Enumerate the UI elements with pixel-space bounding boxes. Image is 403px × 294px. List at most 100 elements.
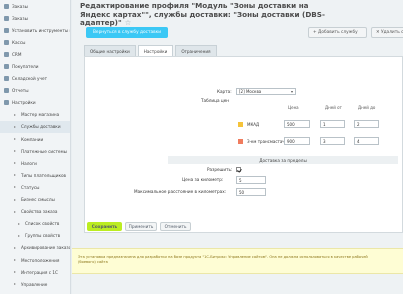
- sidebar-item[interactable]: Местоположения: [0, 254, 70, 266]
- allow-checkbox[interactable]: [236, 167, 241, 172]
- sidebar-item[interactable]: Кассы: [0, 36, 70, 48]
- per-km-label: Цена за километр:: [182, 177, 224, 182]
- chevron-right-icon: [18, 234, 20, 237]
- chevron-right-icon: [14, 259, 16, 262]
- sidebar-item[interactable]: Интеграция с 1С: [0, 266, 70, 278]
- chevron-right-icon: [14, 113, 16, 116]
- col-days-to-header: Дней до: [358, 105, 376, 110]
- sidebar-item[interactable]: Свойства заказа: [0, 206, 70, 218]
- chevron-right-icon: [14, 271, 16, 274]
- max-distance-input[interactable]: 50: [236, 188, 266, 196]
- sidebar-item-label: Мастер магазина: [21, 112, 60, 118]
- menu-section-icon: [4, 76, 9, 82]
- page-title: Редактирование профиля "Модуль "Зоны дос…: [80, 1, 330, 28]
- cancel-button[interactable]: Отменить: [160, 222, 191, 231]
- sidebar-item[interactable]: Бизнес смыслы: [0, 194, 70, 206]
- menu-section-icon: [4, 3, 9, 9]
- chevron-right-icon: [18, 222, 20, 225]
- main-content: Редактирование профиля "Модуль "Зоны дос…: [72, 0, 403, 294]
- sidebar-item[interactable]: Компании: [0, 133, 70, 145]
- chevron-right-icon: [14, 283, 16, 286]
- menu-section-icon: [4, 39, 9, 45]
- sidebar-item[interactable]: CRM: [0, 48, 70, 60]
- sidebar-item[interactable]: Платежные системы: [0, 145, 70, 157]
- back-to-delivery-button[interactable]: Вернуться в службу доставки: [86, 27, 168, 38]
- menu-section-icon: [4, 27, 9, 33]
- menu-section-icon: [4, 15, 9, 21]
- sidebar-item[interactable]: Установить инструменты и: [0, 24, 70, 36]
- menu-section-icon: [4, 88, 9, 94]
- sidebar-item-label: Компании: [21, 136, 44, 142]
- sidebar-item[interactable]: Мастер магазина: [0, 109, 70, 121]
- col-days-from-header: Дней от: [325, 105, 342, 110]
- zone-days-to-input[interactable]: 4: [354, 137, 379, 145]
- tab-general-settings[interactable]: Общие настройки: [84, 45, 136, 56]
- menu-section-icon: [4, 64, 9, 70]
- save-button[interactable]: Сохранить: [87, 222, 122, 231]
- sidebar-item[interactable]: Отчеты: [0, 85, 70, 97]
- sidebar-item[interactable]: Управление: [0, 278, 70, 290]
- settings-panel: Карта: [2] Москва Таблица цен Цена Дней …: [84, 56, 403, 233]
- sidebar-item-label: Свойства заказа: [21, 209, 58, 215]
- sidebar-item-label: Покупатели: [12, 64, 39, 70]
- sidebar-item[interactable]: Типы плательщиков: [0, 169, 70, 181]
- sidebar-item[interactable]: Покупатели: [0, 60, 70, 72]
- zone-days-from-input[interactable]: 3: [320, 137, 345, 145]
- dev-license-notice: Эта установка предназначена для разработ…: [72, 248, 403, 274]
- chevron-right-icon: [14, 174, 16, 177]
- sidebar-item-label: CRM: [12, 51, 22, 57]
- sidebar-item-label: Список свойств: [25, 221, 60, 227]
- prices-table-label: Таблица цен: [201, 98, 230, 103]
- sidebar-item[interactable]: Заказы: [0, 12, 70, 24]
- sidebar-item-label: Службы доставки: [21, 124, 61, 130]
- zone-color-swatch: [238, 139, 243, 144]
- sidebar-item-label: Местоположения: [21, 257, 60, 263]
- sidebar-item-label: Отчеты: [12, 88, 29, 94]
- sidebar-item-label: Установить инструменты и: [12, 27, 70, 33]
- sidebar-item-label: Типы плательщиков: [21, 172, 67, 178]
- chevron-right-icon: [14, 210, 16, 213]
- sidebar-item[interactable]: Группы свойств: [0, 230, 70, 242]
- sidebar-item-label: Настройки: [12, 100, 36, 106]
- map-select-value: [2] Москва: [239, 89, 262, 94]
- sidebar-item-label: Бизнес смыслы: [21, 197, 55, 203]
- chevron-right-icon: [14, 186, 16, 189]
- per-km-input[interactable]: 5: [236, 176, 266, 184]
- sidebar-item-label: Статусы: [21, 184, 40, 190]
- sidebar-item[interactable]: Статусы: [0, 181, 70, 193]
- sidebar: Заказы Заказы Установить инструменты и Касс…: [0, 0, 71, 294]
- chevron-right-icon: [14, 125, 16, 128]
- zone-days-from-input[interactable]: 1: [320, 120, 345, 128]
- sidebar-item-label: Кассы: [12, 39, 26, 45]
- zone-price-input[interactable]: 500: [284, 120, 310, 128]
- sidebar-item[interactable]: Архивирование заказов: [0, 242, 70, 254]
- sidebar-item[interactable]: Налоги: [0, 157, 70, 169]
- chevron-down-icon: [291, 91, 293, 93]
- apply-button[interactable]: Применить: [125, 222, 157, 231]
- map-select[interactable]: [2] Москва: [236, 88, 296, 95]
- page-title-text: Редактирование профиля "Модуль "Зоны дос…: [80, 1, 325, 28]
- favorite-star-icon[interactable]: ☆: [125, 18, 131, 27]
- sidebar-item-label: Заказы: [12, 15, 28, 21]
- outside-delivery-section: Доставка за пределы: [168, 156, 398, 164]
- max-distance-label: Максимальное расстояние в километрах:: [134, 189, 227, 194]
- zone-price-input[interactable]: 900: [284, 137, 310, 145]
- tab-settings[interactable]: Настройки: [137, 45, 174, 56]
- chevron-right-icon: [14, 246, 16, 249]
- sidebar-item-label: Группы свойств: [25, 233, 61, 239]
- notice-line-1: Эта установка предназначена для разработ…: [78, 255, 368, 259]
- sidebar-item[interactable]: Настройки: [0, 97, 70, 109]
- sidebar-item[interactable]: Складской учет: [0, 73, 70, 85]
- delete-button[interactable]: ✕ Удалить с: [371, 27, 403, 38]
- sidebar-item-label: Интеграция с 1С: [21, 269, 58, 275]
- tab-restrictions[interactable]: Ограничения: [175, 45, 217, 56]
- add-service-button[interactable]: + Добавить службу: [308, 27, 367, 38]
- notice-line-2: (боевого) сайта: [78, 260, 108, 264]
- sidebar-item-label: Управление: [21, 281, 48, 287]
- sidebar-item[interactable]: Список свойств: [0, 218, 70, 230]
- sidebar-item[interactable]: Службы доставки: [0, 120, 70, 134]
- sidebar-item-label: Налоги: [21, 160, 37, 166]
- zone-days-to-input[interactable]: 2: [354, 120, 379, 128]
- sidebar-item[interactable]: Заказы: [0, 0, 70, 12]
- chevron-right-icon: [14, 150, 16, 153]
